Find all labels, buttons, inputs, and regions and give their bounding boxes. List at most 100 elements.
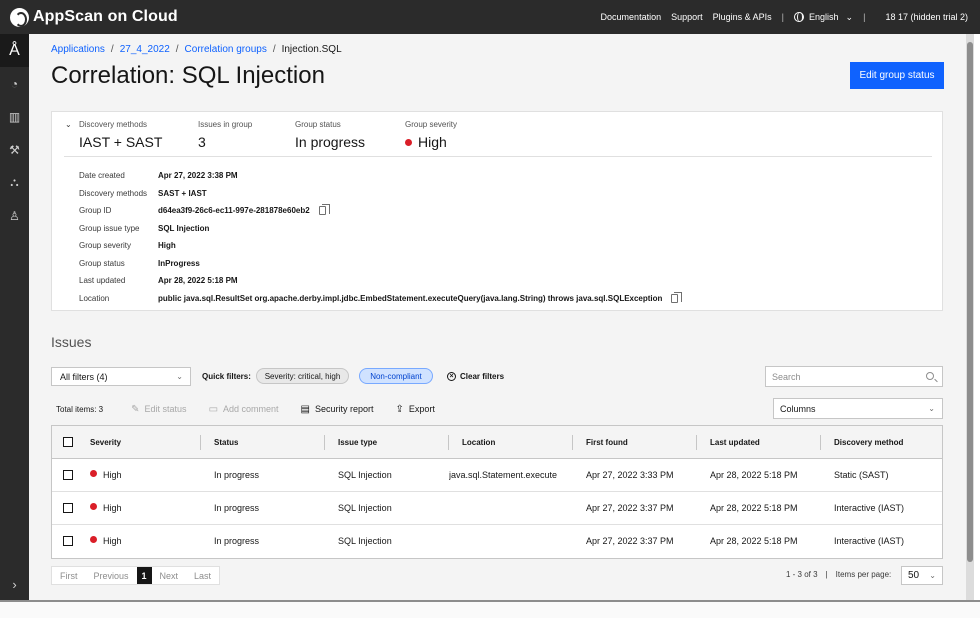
security-report-button[interactable]: ▤ Security report xyxy=(301,404,374,415)
table-row[interactable]: High In progress SQL Injection java.sql.… xyxy=(52,459,942,492)
header-location[interactable]: Location xyxy=(462,438,495,447)
select-all-checkbox[interactable] xyxy=(63,437,73,447)
clear-filters-button[interactable]: × Clear filters xyxy=(447,372,504,381)
edit-status-button[interactable]: ✎ Edit status xyxy=(131,404,186,415)
quick-filter-severity[interactable]: Severity: critical, high xyxy=(256,368,349,384)
detail-row: Group severity High xyxy=(79,241,176,251)
next-page-button[interactable]: Next xyxy=(152,567,187,584)
table-row[interactable]: High In progress SQL Injection Apr 27, 2… xyxy=(52,492,942,525)
quick-filters-label: Quick filters: xyxy=(202,372,251,381)
detail-row: Location public java.sql.ResultSet org.ap… xyxy=(79,290,683,308)
expand-chevron-icon[interactable]: › xyxy=(0,577,29,592)
divider xyxy=(64,156,932,157)
group-details: Date created Apr 27, 2022 3:38 PM Discove… xyxy=(79,167,683,308)
detail-row: Group status InProgress xyxy=(79,258,200,268)
brand[interactable]: AppScan on Cloud xyxy=(0,7,178,27)
nav-plugins-apis[interactable]: Plugins & APIs xyxy=(713,12,772,22)
breadcrumb-applications[interactable]: Applications xyxy=(51,44,105,55)
table-toolbar: Total items: 3 ✎ Edit status ▭ Add comment… xyxy=(51,400,457,418)
severity-high-icon xyxy=(405,139,412,146)
total-items: Total items: 3 xyxy=(56,404,104,414)
columns-dropdown[interactable]: Columns ⌄ xyxy=(773,398,943,419)
page-title: Correlation: SQL Injection xyxy=(51,62,325,89)
items-per-page-select[interactable]: 50 ⌄ xyxy=(901,566,943,585)
user-icon[interactable]: ♙ xyxy=(0,199,29,232)
page-1-button[interactable]: 1 xyxy=(136,567,152,584)
comment-icon: ▭ xyxy=(208,403,219,415)
edit-group-status-button[interactable]: Edit group status xyxy=(850,62,944,89)
nav-documentation[interactable]: Documentation xyxy=(601,12,662,22)
globe-icon xyxy=(794,12,805,22)
detail-row: Date created Apr 27, 2022 3:38 PM xyxy=(79,171,238,181)
appscan-logo-icon[interactable]: Å xyxy=(0,34,29,67)
vertical-scrollbar[interactable] xyxy=(966,34,974,600)
row-checkbox[interactable] xyxy=(63,470,73,480)
reports-chart-icon[interactable]: ▥ xyxy=(0,100,29,133)
header-severity[interactable]: Severity xyxy=(90,438,121,447)
row-checkbox[interactable] xyxy=(63,536,73,546)
detail-row: Last updated Apr 28, 2022 5:18 PM xyxy=(79,276,238,286)
issues-table: Severity Status Issue type Location Firs… xyxy=(51,425,943,559)
row-checkbox[interactable] xyxy=(63,503,73,513)
last-page-button[interactable]: Last xyxy=(186,567,219,584)
copy-icon[interactable] xyxy=(671,291,683,303)
breadcrumb-correlation-groups[interactable]: Correlation groups xyxy=(185,44,267,55)
chevron-down-icon: ⌄ xyxy=(845,11,854,22)
report-icon: ▤ xyxy=(300,403,310,415)
header-first-found[interactable]: First found xyxy=(586,438,628,447)
header-status[interactable]: Status xyxy=(214,438,238,447)
window-bottom-edge xyxy=(0,600,980,618)
brand-name: AppScan on Cloud xyxy=(33,8,178,25)
detail-row: Discovery methods SAST + IAST xyxy=(79,188,207,198)
detail-row: Group issue type SQL Injection xyxy=(79,223,210,233)
pencil-icon: ✎ xyxy=(131,403,140,415)
export-button[interactable]: ⇪ Export xyxy=(396,404,435,415)
severity-high-icon xyxy=(90,503,97,510)
chevron-down-icon: ⌄ xyxy=(928,404,935,413)
header-last-updated[interactable]: Last updated xyxy=(710,438,760,447)
header-issue-type[interactable]: Issue type xyxy=(338,438,377,447)
breadcrumb-current: Injection.SQL xyxy=(281,44,342,55)
search-input[interactable]: Search xyxy=(765,366,943,387)
copy-icon[interactable] xyxy=(318,204,330,216)
language-label: English xyxy=(809,12,839,22)
scan-icon[interactable]: ◔ xyxy=(0,67,29,100)
breadcrumb: Applications / 27_4_2022 / Correlation g… xyxy=(51,44,342,55)
chevron-down-icon: ⌄ xyxy=(176,372,183,381)
nav-support[interactable]: Support xyxy=(671,12,703,22)
user-menu[interactable]: 18 17 (hidden trial 2) xyxy=(885,12,968,22)
quick-filter-non-compliant[interactable]: Non-compliant xyxy=(359,368,433,384)
search-icon xyxy=(926,372,934,380)
pagination: First Previous 1 Next Last xyxy=(51,566,221,585)
previous-page-button[interactable]: Previous xyxy=(86,567,137,584)
all-filters-dropdown[interactable]: All filters (4) ⌄ xyxy=(51,367,191,386)
summary-group-severity: Group severity High xyxy=(405,120,458,150)
left-rail: Å ◔ ▥ ⚒ ⛬ ♙ › xyxy=(0,34,29,600)
hierarchy-icon[interactable]: ⛬ xyxy=(0,166,29,199)
chevron-down-icon: ⌄ xyxy=(929,571,936,580)
top-nav: Documentation Support Plugins & APIs | E… xyxy=(591,12,980,23)
nav-divider: | xyxy=(863,12,866,22)
group-summary-card: ⌄ Discovery methods IAST + SAST Issues i… xyxy=(51,111,943,311)
close-circle-icon: × xyxy=(447,372,456,381)
table-row[interactable]: High In progress SQL Injection Apr 27, 2… xyxy=(52,525,942,558)
breadcrumb-application[interactable]: 27_4_2022 xyxy=(120,44,170,55)
scrollbar-thumb[interactable] xyxy=(967,42,973,562)
first-page-button[interactable]: First xyxy=(52,567,86,584)
add-comment-button[interactable]: ▭ Add comment xyxy=(209,404,279,415)
nav-divider: | xyxy=(781,12,785,22)
summary-discovery-methods: Discovery methods IAST + SAST xyxy=(79,120,163,150)
tools-wrench-icon[interactable]: ⚒ xyxy=(0,133,29,166)
top-bar: AppScan on Cloud Documentation Support P… xyxy=(0,0,980,34)
items-per-page-label: Items per page: xyxy=(835,570,892,579)
severity-high-icon xyxy=(90,536,97,543)
page-range: 1 - 3 of 3 xyxy=(786,570,818,579)
severity-high-icon xyxy=(90,470,97,477)
language-selector[interactable]: English ⌄ xyxy=(794,12,853,23)
header-discovery-method[interactable]: Discovery method xyxy=(834,438,903,447)
issues-heading: Issues xyxy=(51,334,92,350)
summary-issues-in-group: Issues in group 3 xyxy=(198,120,253,150)
table-header: Severity Status Issue type Location Firs… xyxy=(52,426,942,459)
pagination-info: 1 - 3 of 3 | Items per page: xyxy=(786,570,892,579)
collapse-chevron-icon[interactable]: ⌄ xyxy=(65,120,72,129)
